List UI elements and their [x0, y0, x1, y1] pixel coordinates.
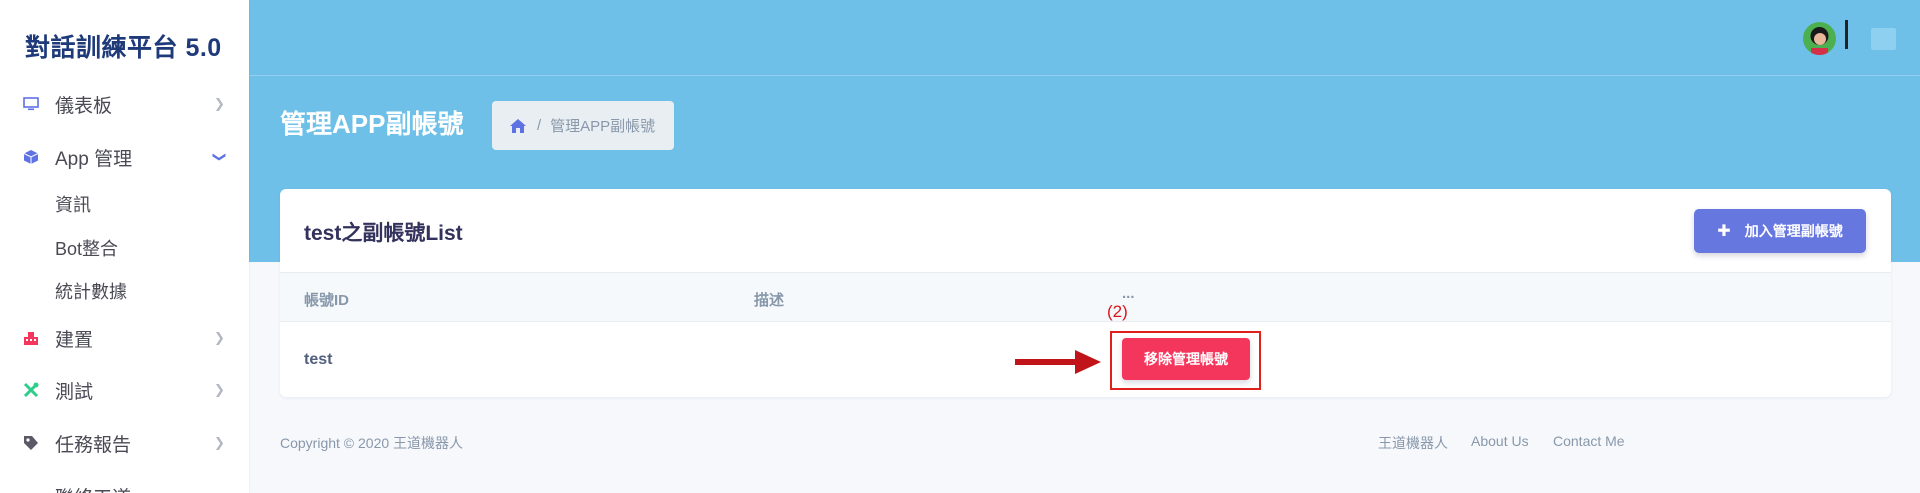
topbar-separator — [1845, 20, 1848, 49]
user-avatar[interactable] — [1803, 22, 1836, 55]
sidebar-item-task-report[interactable]: 任務報告 ❯ — [0, 423, 249, 463]
annotation-step-label: (2) — [1107, 302, 1128, 321]
annotation-highlight-box — [1110, 331, 1261, 390]
add-sub-account-button[interactable]: ✚ 加入管理副帳號 — [1694, 209, 1866, 253]
column-header-actions: ... — [1122, 285, 1135, 302]
footer-link-contact[interactable]: Contact Me — [1553, 433, 1625, 449]
add-sub-account-label: 加入管理副帳號 — [1744, 223, 1843, 239]
sidebar-item-label: 任務報告 — [55, 434, 132, 456]
page-title: 管理APP副帳號 — [280, 109, 464, 139]
sidebar-subitem-info[interactable]: 資訊 — [55, 191, 91, 217]
sidebar-item-label: App 管理 — [55, 148, 133, 170]
home-icon[interactable] — [509, 118, 527, 134]
sidebar-item-dashboard[interactable]: 儀表板 ❯ — [0, 84, 249, 124]
sidebar-item-label: 測試 — [55, 381, 94, 403]
brand-title[interactable]: 對話訓練平台 5.0 — [25, 28, 222, 64]
sidebar: 對話訓練平台 5.0 儀表板 ❯ App 管理 ❯ 資訊 Bot整合 統計數據 … — [0, 0, 249, 493]
table-header: 帳號ID 描述 ... — [280, 272, 1891, 322]
footer-link-company[interactable]: 王道機器人 — [1378, 433, 1448, 453]
breadcrumb-separator: / — [537, 117, 542, 134]
sidebar-item-contact[interactable]: 聯絡工道 — [0, 476, 249, 493]
chevron-right-icon: ❯ — [214, 382, 225, 397]
menu-toggle-button[interactable] — [1871, 28, 1896, 50]
plus-icon: ✚ — [1717, 223, 1731, 240]
column-header-description: 描述 — [754, 292, 785, 309]
tools-icon — [22, 381, 40, 399]
chevron-right-icon: ❯ — [214, 96, 225, 111]
chevron-right-icon: ❯ — [214, 330, 225, 345]
annotation-arrow-icon — [1015, 350, 1101, 374]
row-account-id: test — [304, 351, 333, 368]
sidebar-item-label: 聯絡工道 — [55, 483, 131, 493]
sidebar-item-label: 建置 — [55, 329, 94, 351]
sidebar-item-label: 儀表板 — [55, 95, 113, 117]
card-title: test之副帳號List — [304, 222, 463, 245]
topbar-divider — [249, 75, 1920, 76]
sidebar-subitem-bot-integration[interactable]: Bot整合 — [55, 235, 118, 261]
chevron-right-icon: ❯ — [214, 435, 225, 450]
sidebar-subitem-statistics[interactable]: 統計數據 — [55, 278, 127, 304]
sidebar-item-build[interactable]: 建置 ❯ — [0, 318, 249, 358]
monitor-icon — [22, 95, 40, 113]
breadcrumb: / 管理APP副帳號 — [492, 101, 674, 150]
footer-copyright: Copyright © 2020 王道機器人 — [280, 435, 464, 451]
column-header-account-id: 帳號ID — [304, 292, 350, 309]
sidebar-item-app-management[interactable]: App 管理 ❯ — [0, 137, 249, 177]
footer-link-about[interactable]: About Us — [1471, 433, 1529, 449]
tag-icon — [22, 434, 40, 452]
building-icon — [22, 329, 40, 347]
breadcrumb-current: 管理APP副帳號 — [550, 118, 656, 135]
contact-icon — [22, 487, 40, 493]
chevron-down-icon: ❯ — [212, 151, 228, 163]
sidebar-item-test[interactable]: 測試 ❯ — [0, 370, 249, 410]
cube-icon — [22, 148, 40, 166]
